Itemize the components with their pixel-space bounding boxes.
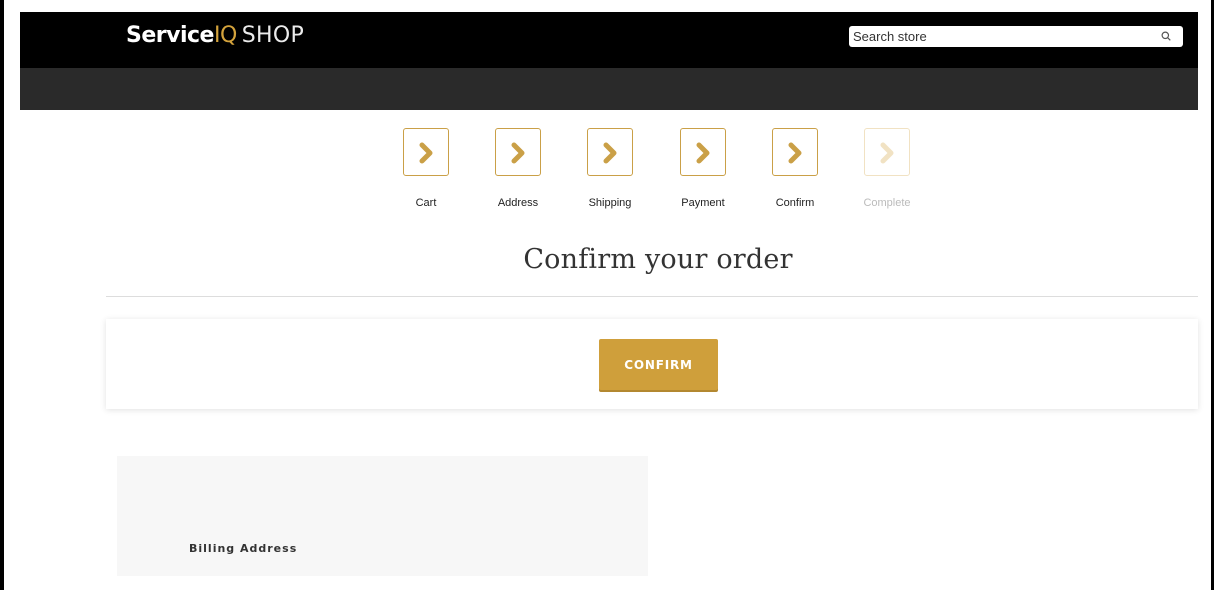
title-divider: [106, 296, 1198, 297]
logo-text-iq: IQ: [213, 23, 237, 48]
step-label: Confirm: [775, 197, 815, 209]
step-box: [403, 128, 449, 176]
chevron-right-icon: [419, 142, 433, 164]
nav-bar: [20, 68, 1198, 110]
search-input[interactable]: [849, 26, 1153, 47]
step-label: Address: [497, 197, 539, 209]
billing-address-heading: Billing Address: [189, 542, 298, 555]
billing-address-panel: Billing Address: [117, 456, 648, 576]
chevron-right-icon: [788, 142, 802, 164]
chevron-right-icon: [696, 142, 710, 164]
step-box: [680, 128, 726, 176]
top-bar: Service IQ SHOP: [20, 12, 1198, 68]
logo-text-service: Service: [126, 23, 214, 48]
store-logo[interactable]: Service IQ SHOP: [126, 23, 304, 53]
chevron-right-icon: [511, 142, 525, 164]
confirm-button[interactable]: CONFIRM: [599, 339, 718, 390]
page-title: Confirm your order: [523, 244, 793, 275]
search-icon[interactable]: [1161, 31, 1171, 41]
logo-text-shop: SHOP: [241, 23, 305, 48]
step-box: [864, 128, 910, 176]
window-border-left: [0, 0, 4, 590]
step-label: Complete: [863, 197, 911, 209]
step-label: Shipping: [588, 197, 632, 209]
step-box: [587, 128, 633, 176]
step-label: Cart: [415, 197, 437, 209]
step-label: Payment: [681, 197, 725, 209]
confirm-panel: CONFIRM: [106, 319, 1198, 409]
step-box: [772, 128, 818, 176]
chevron-right-icon: [880, 142, 894, 164]
step-box: [495, 128, 541, 176]
chevron-right-icon: [603, 142, 617, 164]
checkout-steps: Cart Address Shipping Payment Confirm Co…: [395, 128, 935, 218]
search-box: [849, 26, 1183, 47]
